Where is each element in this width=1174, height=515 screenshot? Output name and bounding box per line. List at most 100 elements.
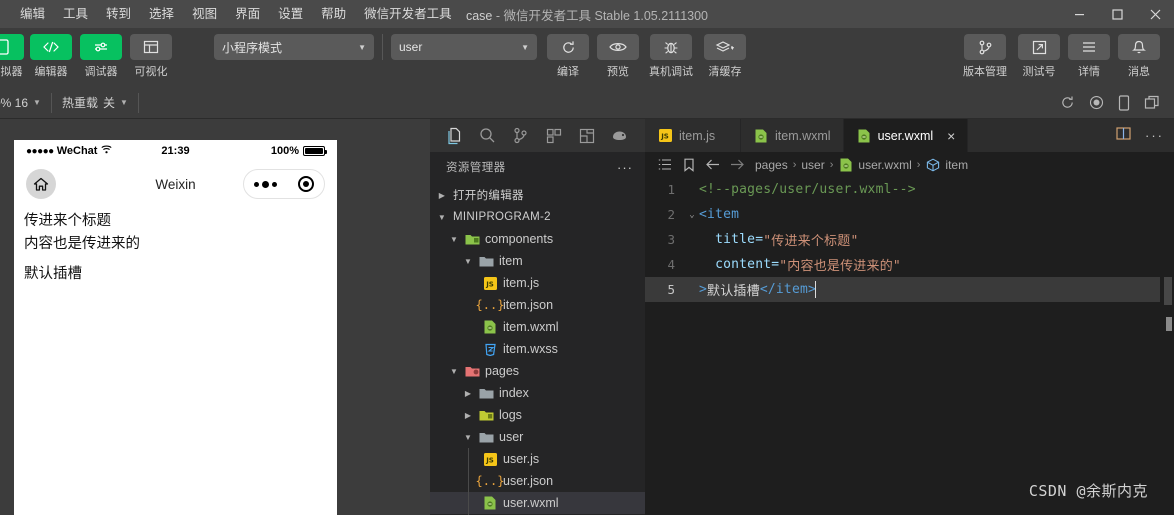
tree-folder-user[interactable]: ▼ user xyxy=(430,426,645,448)
minimize-button[interactable] xyxy=(1060,0,1098,28)
zoom-control[interactable]: 0% 16 ▼ xyxy=(0,87,51,119)
search-icon[interactable] xyxy=(471,119,504,152)
close-button[interactable] xyxy=(1136,0,1174,28)
breadcrumb-separator-3: › xyxy=(916,158,921,171)
toolbar-button-messages[interactable]: 消息 xyxy=(1114,34,1164,79)
tree-file-item-json[interactable]: {..} item.json xyxy=(430,294,645,316)
phone-frame: ●●●●● WeChat 21:39 100% Weixin 传进来个标题 内容… xyxy=(14,140,337,515)
tree-file-user-js[interactable]: JS user.js xyxy=(430,448,645,470)
toolbar-button-details[interactable]: 详情 xyxy=(1064,34,1114,79)
zoom-value: 0% 16 xyxy=(0,95,29,110)
toolbar-button-version[interactable]: 版本管理 xyxy=(956,34,1014,79)
record-icon[interactable] xyxy=(1089,95,1104,110)
toolbar-button-editor[interactable]: 编辑器 xyxy=(26,34,76,79)
tree-file-item-wxml[interactable]: item.wxml xyxy=(430,316,645,338)
tree-file-user-wxml[interactable]: user.wxml xyxy=(430,492,645,514)
capsule-menu[interactable] xyxy=(243,169,325,199)
tree-file-item-js[interactable]: JS item.js xyxy=(430,272,645,294)
toolbar-button-testaccount[interactable]: 测试号 xyxy=(1014,34,1064,79)
section-project-root[interactable]: ▼ MINIPROGRAM-2 xyxy=(430,206,645,228)
menu-item-tools[interactable]: 工具 xyxy=(54,2,97,26)
extensions-icon[interactable] xyxy=(537,119,570,152)
debug-icon[interactable] xyxy=(603,119,636,152)
toolbar-label-debugger: 调试器 xyxy=(84,66,118,78)
more-actions-icon[interactable]: ··· xyxy=(1145,129,1164,142)
tree-label: item.wxml xyxy=(503,320,559,334)
forward-arrow-icon[interactable] xyxy=(725,158,749,171)
tab-item-wxml[interactable]: item.wxml xyxy=(741,119,844,152)
toolbar-button-preview[interactable]: 预览 xyxy=(593,34,643,79)
chevron-down-icon: ▼ xyxy=(358,42,366,52)
folder-pages-icon xyxy=(464,363,480,379)
tree-label: item xyxy=(499,254,523,268)
js-file-icon: JS xyxy=(657,128,673,144)
more-actions-icon[interactable]: ··· xyxy=(617,160,633,175)
mode-select[interactable]: 小程序模式 ▼ xyxy=(214,34,374,60)
menu-item-edit[interactable]: 编辑 xyxy=(11,2,54,26)
breadcrumb-pages[interactable]: pages xyxy=(755,158,788,172)
minimap-marker xyxy=(1166,317,1172,331)
bookmark-icon[interactable] xyxy=(677,158,701,172)
line-number: 2 xyxy=(667,207,675,222)
maximize-button[interactable] xyxy=(1098,0,1136,28)
breadcrumb-file[interactable]: user.wxml xyxy=(838,157,912,173)
toolbar-button-clearcache[interactable]: ▾ 清缓存 xyxy=(699,34,751,79)
close-icon[interactable]: × xyxy=(947,129,955,143)
editor-scrollbar[interactable] xyxy=(1160,177,1174,515)
back-arrow-icon[interactable] xyxy=(701,158,725,171)
menu-item-interface[interactable]: 界面 xyxy=(226,2,269,26)
editor-tabs: JS item.js item.wxml user.wxml × ··· xyxy=(645,119,1174,152)
outline-icon[interactable] xyxy=(653,158,677,171)
code-area[interactable]: 1 <!--pages/user/user.wxml--> 2 ⌄ <item … xyxy=(645,177,1174,515)
breadcrumb-user[interactable]: user xyxy=(801,158,824,172)
page-select[interactable]: user ▼ xyxy=(391,34,537,60)
menu-item-help[interactable]: 帮助 xyxy=(312,2,355,26)
menu-item-clipped[interactable] xyxy=(2,2,11,26)
toolbar-label-editor: 编辑器 xyxy=(34,66,68,78)
tree-label: logs xyxy=(499,408,522,422)
tree-label: index xyxy=(499,386,529,400)
toolbar-label-preview: 预览 xyxy=(607,66,629,78)
snippets-icon[interactable] xyxy=(570,119,603,152)
toolbar-right-group: 版本管理 测试号 详情 消息 xyxy=(956,34,1174,79)
breadcrumb-symbol[interactable]: item xyxy=(925,157,968,173)
tree-folder-components[interactable]: ▼ components xyxy=(430,228,645,250)
menu-item-goto[interactable]: 转到 xyxy=(97,2,140,26)
windows-icon[interactable] xyxy=(1144,95,1160,110)
tree-folder-logs[interactable]: ▶ logs xyxy=(430,404,645,426)
tab-user-wxml[interactable]: user.wxml × xyxy=(843,119,969,152)
source-control-icon[interactable] xyxy=(504,119,537,152)
menu-item-view[interactable]: 视图 xyxy=(183,2,226,26)
refresh-icon[interactable] xyxy=(1060,95,1075,110)
toolbar-button-compile[interactable]: 编译 xyxy=(543,34,593,79)
toolbar-button-debugger[interactable]: 调试器 xyxy=(76,34,126,79)
toolbar-button-simulator[interactable]: 模拟器 xyxy=(0,34,26,79)
breadcrumb-label: user xyxy=(801,157,825,172)
tree-file-user-json[interactable]: {..} user.json xyxy=(430,470,645,492)
menu-item-select[interactable]: 选择 xyxy=(140,2,183,26)
section-open-editors[interactable]: ▶ 打开的编辑器 xyxy=(430,184,645,206)
fold-indicator[interactable]: ⌄ xyxy=(685,210,699,220)
code-token-text: 默认插槽 xyxy=(707,284,760,299)
code-token-attr: content= xyxy=(715,257,780,272)
files-icon[interactable] xyxy=(438,119,471,152)
tree-label: pages xyxy=(485,364,520,378)
split-editor-icon[interactable] xyxy=(1116,126,1131,146)
tab-actions: ··· xyxy=(968,119,1174,152)
toolbar-button-visual[interactable]: 可视化 xyxy=(126,34,176,79)
tree-folder-pages[interactable]: ▼ pages xyxy=(430,360,645,382)
json-file-icon: {..} xyxy=(475,298,505,312)
tree-folder-item[interactable]: ▼ item xyxy=(430,250,645,272)
menu-item-settings[interactable]: 设置 xyxy=(269,2,312,26)
hot-reload-control[interactable]: 热重载 关 ▼ xyxy=(52,87,138,119)
scrollbar-thumb[interactable] xyxy=(1164,277,1172,305)
device-icon[interactable] xyxy=(1118,94,1130,111)
menu-item-devtools[interactable]: 微信开发者工具 xyxy=(355,2,461,26)
tree-file-item-wxss[interactable]: item.wxss xyxy=(430,338,645,360)
tree-folder-index[interactable]: ▶ index xyxy=(430,382,645,404)
toolbar-button-realdevice[interactable]: 真机调试 xyxy=(643,34,699,79)
tab-item-js[interactable]: JS item.js xyxy=(645,119,741,152)
svg-text:▾: ▾ xyxy=(731,46,734,52)
main-toolbar: 模拟器 编辑器 调试器 可视化 xyxy=(0,28,1174,87)
